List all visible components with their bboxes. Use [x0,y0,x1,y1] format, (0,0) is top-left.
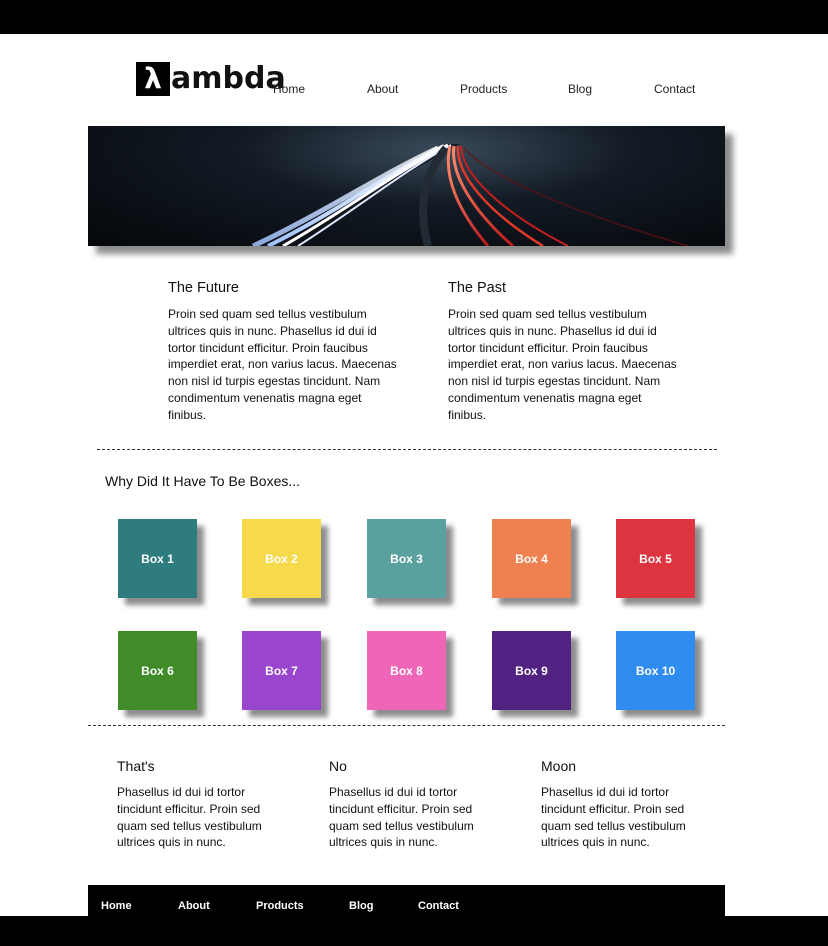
nav-link-home[interactable]: Home [273,82,305,96]
nav-link-about[interactable]: About [367,82,398,96]
box-4: Box 4 [492,519,571,598]
box-label: Box 3 [390,551,423,566]
column-title-past: The Past [448,280,507,296]
footer-link-contact[interactable]: Contact [418,900,459,912]
column-body-future: Proin sed quam sed tellus vestibulum ult… [168,307,397,422]
bottom-body-no: Phasellus id dui id tortor tincidunt eff… [329,785,474,850]
footer-link-about[interactable]: About [178,900,210,912]
box-1: Box 1 [118,519,197,598]
box-label: Box 5 [639,551,672,566]
bottom-title-thats: That's [117,758,155,774]
box-5: Box 5 [616,519,695,598]
section-divider [88,725,725,726]
footer-link-blog[interactable]: Blog [349,900,373,912]
bottom-body-thats: Phasellus id dui id tortor tincidunt eff… [117,785,262,850]
column-title-future: The Future [168,280,239,296]
column-body-past: Proin sed quam sed tellus vestibulum ult… [448,307,677,422]
lambda-logo[interactable]: λ ambda [136,61,286,97]
light-trails-graphic [248,143,689,246]
web-page: λ ambda Home About Products Blog Contact [0,34,828,916]
box-2: Box 2 [242,519,321,598]
boxes-section-title: Why Did It Have To Be Boxes... [105,473,301,489]
bottom-title-moon: Moon [541,758,577,774]
nav-link-products[interactable]: Products [460,82,507,96]
box-10: Box 10 [616,631,695,710]
box-6: Box 6 [118,631,197,710]
footer-link-products[interactable]: Products [256,900,304,912]
box-label: Box 8 [390,663,423,678]
bottom-title-no: No [329,758,347,774]
box-label: Box 9 [515,663,548,678]
nav-link-contact[interactable]: Contact [654,82,695,96]
footer-link-home[interactable]: Home [101,900,132,912]
lambda-logo-text: ambda [171,61,286,96]
box-3: Box 3 [367,519,446,598]
footer-nav: Home About Products Blog Contact [88,885,725,916]
box-label: Box 4 [515,551,548,566]
box-label: Box 6 [141,663,174,678]
nav-link-blog[interactable]: Blog [568,82,592,96]
lambda-logo-mark: λ [136,62,170,96]
section-divider [97,449,717,450]
box-7: Box 7 [242,631,321,710]
box-label: Box 1 [141,551,174,566]
box-label: Box 2 [265,551,298,566]
hero-image [88,126,725,246]
box-label: Box 10 [635,663,676,678]
box-9: Box 9 [492,631,571,710]
box-label: Box 7 [265,663,298,678]
box-8: Box 8 [367,631,446,710]
bottom-body-moon: Phasellus id dui id tortor tincidunt eff… [541,785,686,850]
